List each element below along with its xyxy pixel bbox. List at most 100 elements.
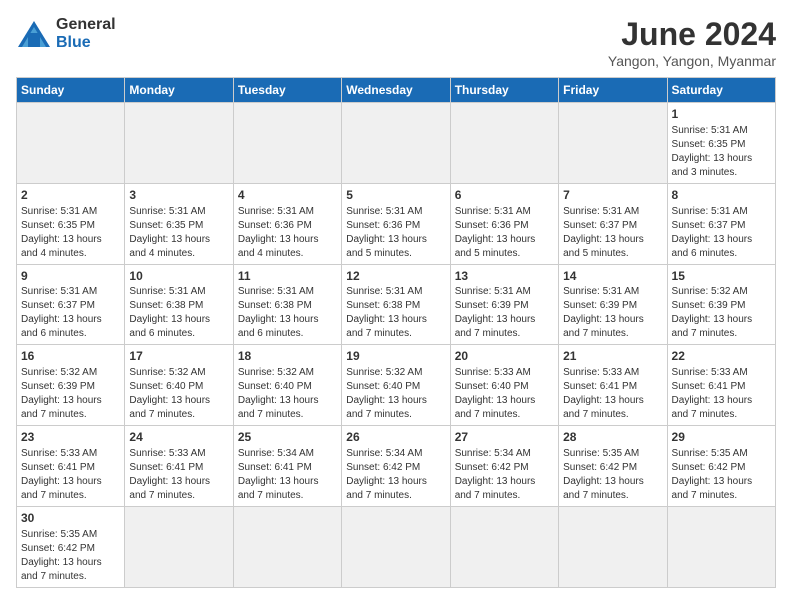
day-info: Sunrise: 5:31 AM Sunset: 6:36 PM Dayligh… xyxy=(346,205,445,261)
page-header: General Blue June 2024 Yangon, Yangon, M… xyxy=(16,16,776,69)
calendar-cell: 17Sunrise: 5:32 AM Sunset: 6:40 PM Dayli… xyxy=(125,345,233,426)
day-info: Sunrise: 5:31 AM Sunset: 6:35 PM Dayligh… xyxy=(21,205,120,261)
day-number: 5 xyxy=(346,187,445,204)
day-number: 19 xyxy=(346,348,445,365)
calendar-cell: 13Sunrise: 5:31 AM Sunset: 6:39 PM Dayli… xyxy=(450,264,558,345)
calendar-cell: 19Sunrise: 5:32 AM Sunset: 6:40 PM Dayli… xyxy=(342,345,450,426)
day-number: 9 xyxy=(21,268,120,285)
day-of-week-header: Monday xyxy=(125,78,233,103)
day-number: 16 xyxy=(21,348,120,365)
calendar-cell xyxy=(125,506,233,587)
calendar-cell: 20Sunrise: 5:33 AM Sunset: 6:40 PM Dayli… xyxy=(450,345,558,426)
calendar-cell: 3Sunrise: 5:31 AM Sunset: 6:35 PM Daylig… xyxy=(125,183,233,264)
calendar-cell: 24Sunrise: 5:33 AM Sunset: 6:41 PM Dayli… xyxy=(125,426,233,507)
day-number: 13 xyxy=(455,268,554,285)
calendar-cell: 27Sunrise: 5:34 AM Sunset: 6:42 PM Dayli… xyxy=(450,426,558,507)
calendar-week-row: 9Sunrise: 5:31 AM Sunset: 6:37 PM Daylig… xyxy=(17,264,776,345)
calendar-table: SundayMondayTuesdayWednesdayThursdayFrid… xyxy=(16,77,776,588)
day-info: Sunrise: 5:31 AM Sunset: 6:39 PM Dayligh… xyxy=(563,285,662,341)
day-info: Sunrise: 5:34 AM Sunset: 6:42 PM Dayligh… xyxy=(346,447,445,503)
calendar-cell: 14Sunrise: 5:31 AM Sunset: 6:39 PM Dayli… xyxy=(559,264,667,345)
day-number: 2 xyxy=(21,187,120,204)
day-number: 3 xyxy=(129,187,228,204)
calendar-cell: 15Sunrise: 5:32 AM Sunset: 6:39 PM Dayli… xyxy=(667,264,775,345)
day-info: Sunrise: 5:33 AM Sunset: 6:41 PM Dayligh… xyxy=(129,447,228,503)
day-number: 30 xyxy=(21,510,120,527)
calendar-cell xyxy=(342,506,450,587)
day-info: Sunrise: 5:31 AM Sunset: 6:38 PM Dayligh… xyxy=(346,285,445,341)
day-info: Sunrise: 5:31 AM Sunset: 6:35 PM Dayligh… xyxy=(129,205,228,261)
day-info: Sunrise: 5:35 AM Sunset: 6:42 PM Dayligh… xyxy=(21,528,120,584)
calendar-cell: 10Sunrise: 5:31 AM Sunset: 6:38 PM Dayli… xyxy=(125,264,233,345)
day-number: 21 xyxy=(563,348,662,365)
day-info: Sunrise: 5:31 AM Sunset: 6:38 PM Dayligh… xyxy=(238,285,337,341)
day-info: Sunrise: 5:32 AM Sunset: 6:40 PM Dayligh… xyxy=(238,366,337,422)
calendar-cell xyxy=(450,506,558,587)
logo: General Blue xyxy=(16,16,116,51)
calendar-cell xyxy=(667,506,775,587)
calendar-cell: 28Sunrise: 5:35 AM Sunset: 6:42 PM Dayli… xyxy=(559,426,667,507)
calendar-cell: 18Sunrise: 5:32 AM Sunset: 6:40 PM Dayli… xyxy=(233,345,341,426)
day-info: Sunrise: 5:32 AM Sunset: 6:39 PM Dayligh… xyxy=(672,285,771,341)
calendar-week-row: 1Sunrise: 5:31 AM Sunset: 6:35 PM Daylig… xyxy=(17,103,776,184)
day-number: 22 xyxy=(672,348,771,365)
day-info: Sunrise: 5:31 AM Sunset: 6:39 PM Dayligh… xyxy=(455,285,554,341)
calendar-cell: 11Sunrise: 5:31 AM Sunset: 6:38 PM Dayli… xyxy=(233,264,341,345)
calendar-cell xyxy=(559,103,667,184)
day-number: 11 xyxy=(238,268,337,285)
day-number: 6 xyxy=(455,187,554,204)
day-info: Sunrise: 5:34 AM Sunset: 6:41 PM Dayligh… xyxy=(238,447,337,503)
day-of-week-header: Thursday xyxy=(450,78,558,103)
day-number: 20 xyxy=(455,348,554,365)
day-number: 18 xyxy=(238,348,337,365)
calendar-week-row: 30Sunrise: 5:35 AM Sunset: 6:42 PM Dayli… xyxy=(17,506,776,587)
calendar-cell xyxy=(559,506,667,587)
day-info: Sunrise: 5:31 AM Sunset: 6:37 PM Dayligh… xyxy=(21,285,120,341)
day-of-week-header: Saturday xyxy=(667,78,775,103)
calendar-location: Yangon, Yangon, Myanmar xyxy=(608,53,776,69)
calendar-cell xyxy=(17,103,125,184)
calendar-cell: 22Sunrise: 5:33 AM Sunset: 6:41 PM Dayli… xyxy=(667,345,775,426)
day-info: Sunrise: 5:35 AM Sunset: 6:42 PM Dayligh… xyxy=(563,447,662,503)
day-number: 27 xyxy=(455,429,554,446)
day-number: 15 xyxy=(672,268,771,285)
day-info: Sunrise: 5:31 AM Sunset: 6:37 PM Dayligh… xyxy=(672,205,771,261)
calendar-cell: 12Sunrise: 5:31 AM Sunset: 6:38 PM Dayli… xyxy=(342,264,450,345)
day-info: Sunrise: 5:32 AM Sunset: 6:40 PM Dayligh… xyxy=(346,366,445,422)
logo-icon xyxy=(16,19,52,49)
day-number: 24 xyxy=(129,429,228,446)
day-info: Sunrise: 5:31 AM Sunset: 6:36 PM Dayligh… xyxy=(455,205,554,261)
day-of-week-header: Tuesday xyxy=(233,78,341,103)
calendar-cell: 5Sunrise: 5:31 AM Sunset: 6:36 PM Daylig… xyxy=(342,183,450,264)
day-number: 14 xyxy=(563,268,662,285)
day-of-week-header: Friday xyxy=(559,78,667,103)
day-number: 12 xyxy=(346,268,445,285)
day-of-week-header: Wednesday xyxy=(342,78,450,103)
calendar-week-row: 2Sunrise: 5:31 AM Sunset: 6:35 PM Daylig… xyxy=(17,183,776,264)
day-number: 1 xyxy=(672,106,771,123)
day-info: Sunrise: 5:31 AM Sunset: 6:38 PM Dayligh… xyxy=(129,285,228,341)
day-number: 7 xyxy=(563,187,662,204)
day-info: Sunrise: 5:35 AM Sunset: 6:42 PM Dayligh… xyxy=(672,447,771,503)
calendar-cell: 30Sunrise: 5:35 AM Sunset: 6:42 PM Dayli… xyxy=(17,506,125,587)
day-number: 28 xyxy=(563,429,662,446)
calendar-cell: 25Sunrise: 5:34 AM Sunset: 6:41 PM Dayli… xyxy=(233,426,341,507)
calendar-cell: 2Sunrise: 5:31 AM Sunset: 6:35 PM Daylig… xyxy=(17,183,125,264)
calendar-cell xyxy=(125,103,233,184)
calendar-title: June 2024 xyxy=(608,16,776,53)
day-info: Sunrise: 5:31 AM Sunset: 6:35 PM Dayligh… xyxy=(672,124,771,180)
calendar-cell: 26Sunrise: 5:34 AM Sunset: 6:42 PM Dayli… xyxy=(342,426,450,507)
logo-text: General Blue xyxy=(56,16,116,51)
calendar-week-row: 16Sunrise: 5:32 AM Sunset: 6:39 PM Dayli… xyxy=(17,345,776,426)
calendar-cell: 1Sunrise: 5:31 AM Sunset: 6:35 PM Daylig… xyxy=(667,103,775,184)
day-number: 8 xyxy=(672,187,771,204)
day-info: Sunrise: 5:32 AM Sunset: 6:40 PM Dayligh… xyxy=(129,366,228,422)
day-info: Sunrise: 5:33 AM Sunset: 6:41 PM Dayligh… xyxy=(563,366,662,422)
calendar-cell: 16Sunrise: 5:32 AM Sunset: 6:39 PM Dayli… xyxy=(17,345,125,426)
calendar-cell: 8Sunrise: 5:31 AM Sunset: 6:37 PM Daylig… xyxy=(667,183,775,264)
calendar-cell: 6Sunrise: 5:31 AM Sunset: 6:36 PM Daylig… xyxy=(450,183,558,264)
calendar-week-row: 23Sunrise: 5:33 AM Sunset: 6:41 PM Dayli… xyxy=(17,426,776,507)
day-info: Sunrise: 5:31 AM Sunset: 6:37 PM Dayligh… xyxy=(563,205,662,261)
day-number: 29 xyxy=(672,429,771,446)
day-info: Sunrise: 5:33 AM Sunset: 6:40 PM Dayligh… xyxy=(455,366,554,422)
